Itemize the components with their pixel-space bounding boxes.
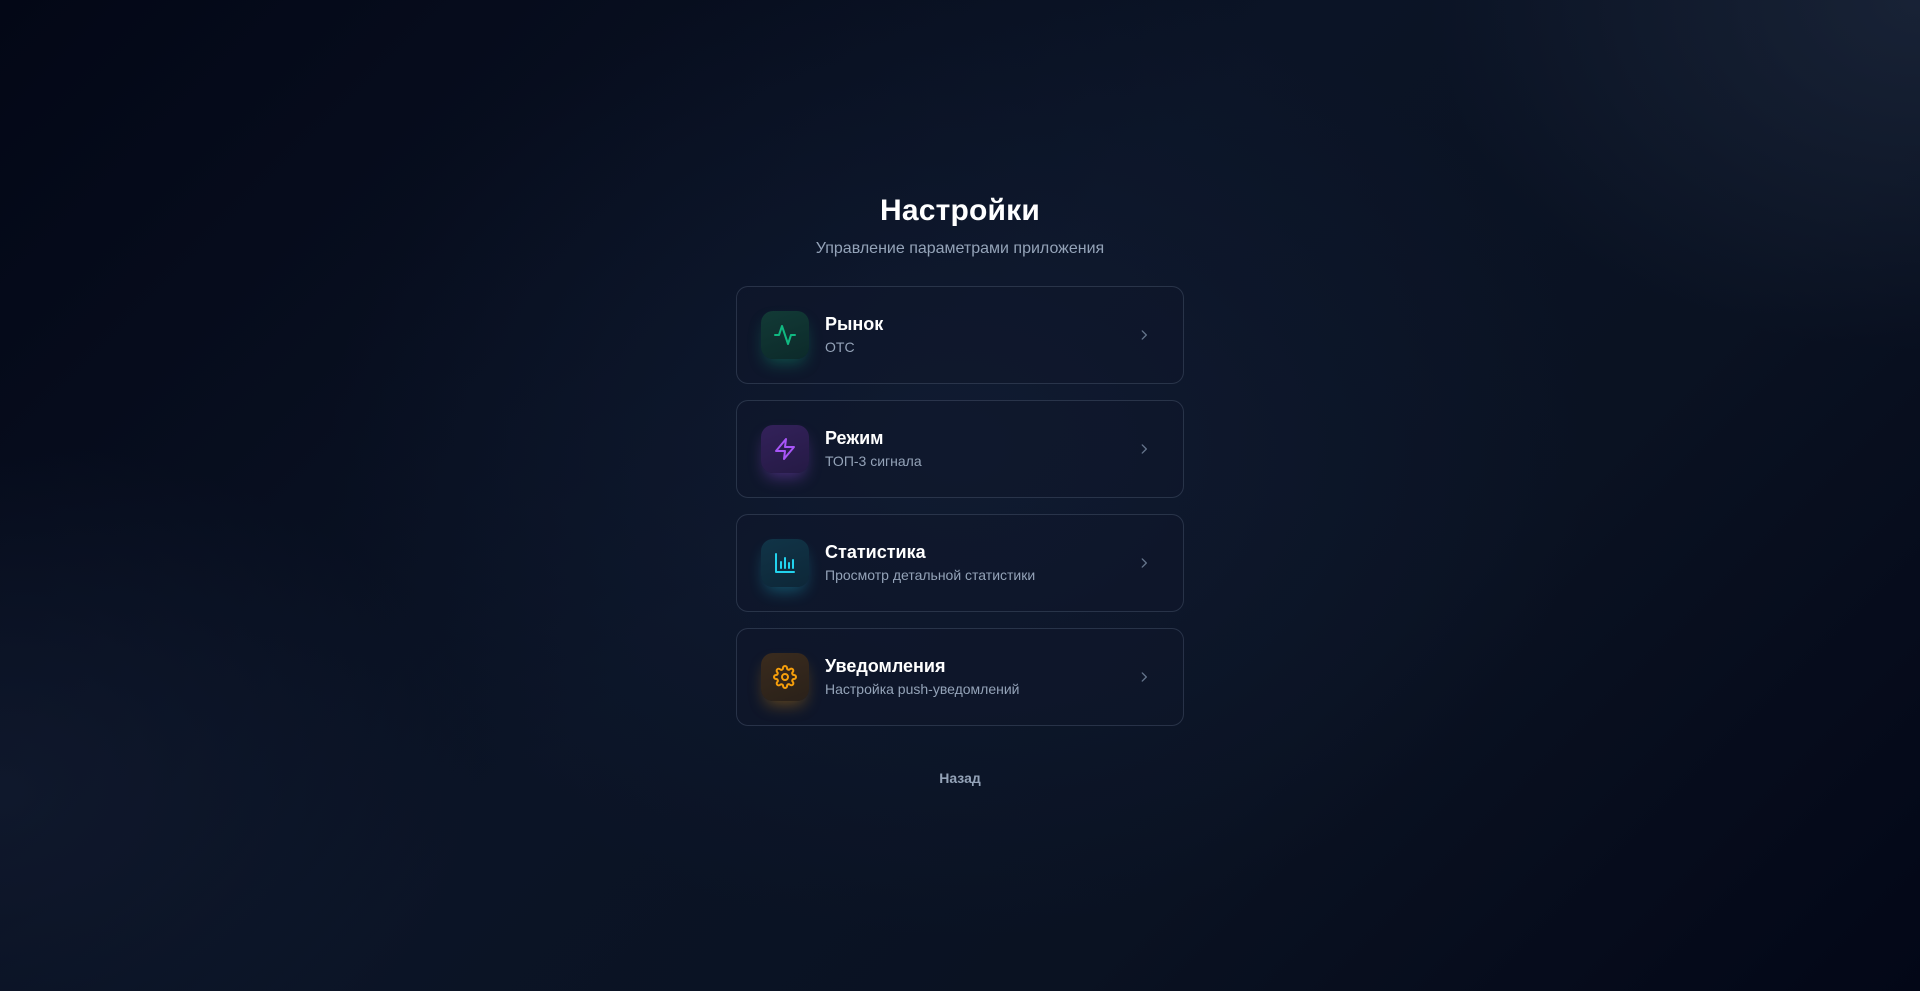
chevron-right-icon [1135, 554, 1153, 572]
menu-item-title: Рынок [825, 314, 884, 334]
menu-item-subtitle: Просмотр детальной статистики [825, 567, 1036, 583]
page-subtitle: Управление параметрами приложения [815, 240, 1105, 257]
settings-container: Настройки Управление параметрами приложе… [736, 192, 1184, 788]
bar-chart-icon [761, 539, 809, 587]
menu-item-statistics[interactable]: Статистика Просмотр детальной статистики [736, 514, 1184, 612]
menu-item-title: Режим [825, 428, 884, 448]
menu-item-title: Статистика [825, 542, 926, 562]
chevron-right-icon [1135, 326, 1153, 344]
chevron-right-icon [1135, 440, 1153, 458]
menu-item-market[interactable]: Рынок OTC [736, 286, 1184, 384]
menu-item-text: Рынок OTC [825, 313, 1135, 357]
zap-icon [761, 425, 809, 473]
menu-item-title: Уведомления [825, 656, 946, 676]
menu-item-text: Уведомления Настройка push-уведомлений [825, 655, 1135, 699]
back-button[interactable]: Назад [939, 768, 981, 788]
gear-icon [761, 653, 809, 701]
menu-item-subtitle: OTC [825, 339, 855, 355]
menu-item-subtitle: ТОП-3 сигнала [825, 453, 922, 469]
menu-item-subtitle: Настройка push-уведомлений [825, 681, 1020, 697]
chevron-right-icon [1135, 668, 1153, 686]
menu-item-text: Режим ТОП-3 сигнала [825, 427, 1135, 471]
menu-item-text: Статистика Просмотр детальной статистики [825, 541, 1135, 585]
settings-menu: Рынок OTC Режим ТОП-3 сигнала Статистика… [736, 286, 1184, 726]
menu-item-notifications[interactable]: Уведомления Настройка push-уведомлений [736, 628, 1184, 726]
menu-item-mode[interactable]: Режим ТОП-3 сигнала [736, 400, 1184, 498]
activity-icon [761, 311, 809, 359]
page-title: Настройки [879, 194, 1041, 227]
